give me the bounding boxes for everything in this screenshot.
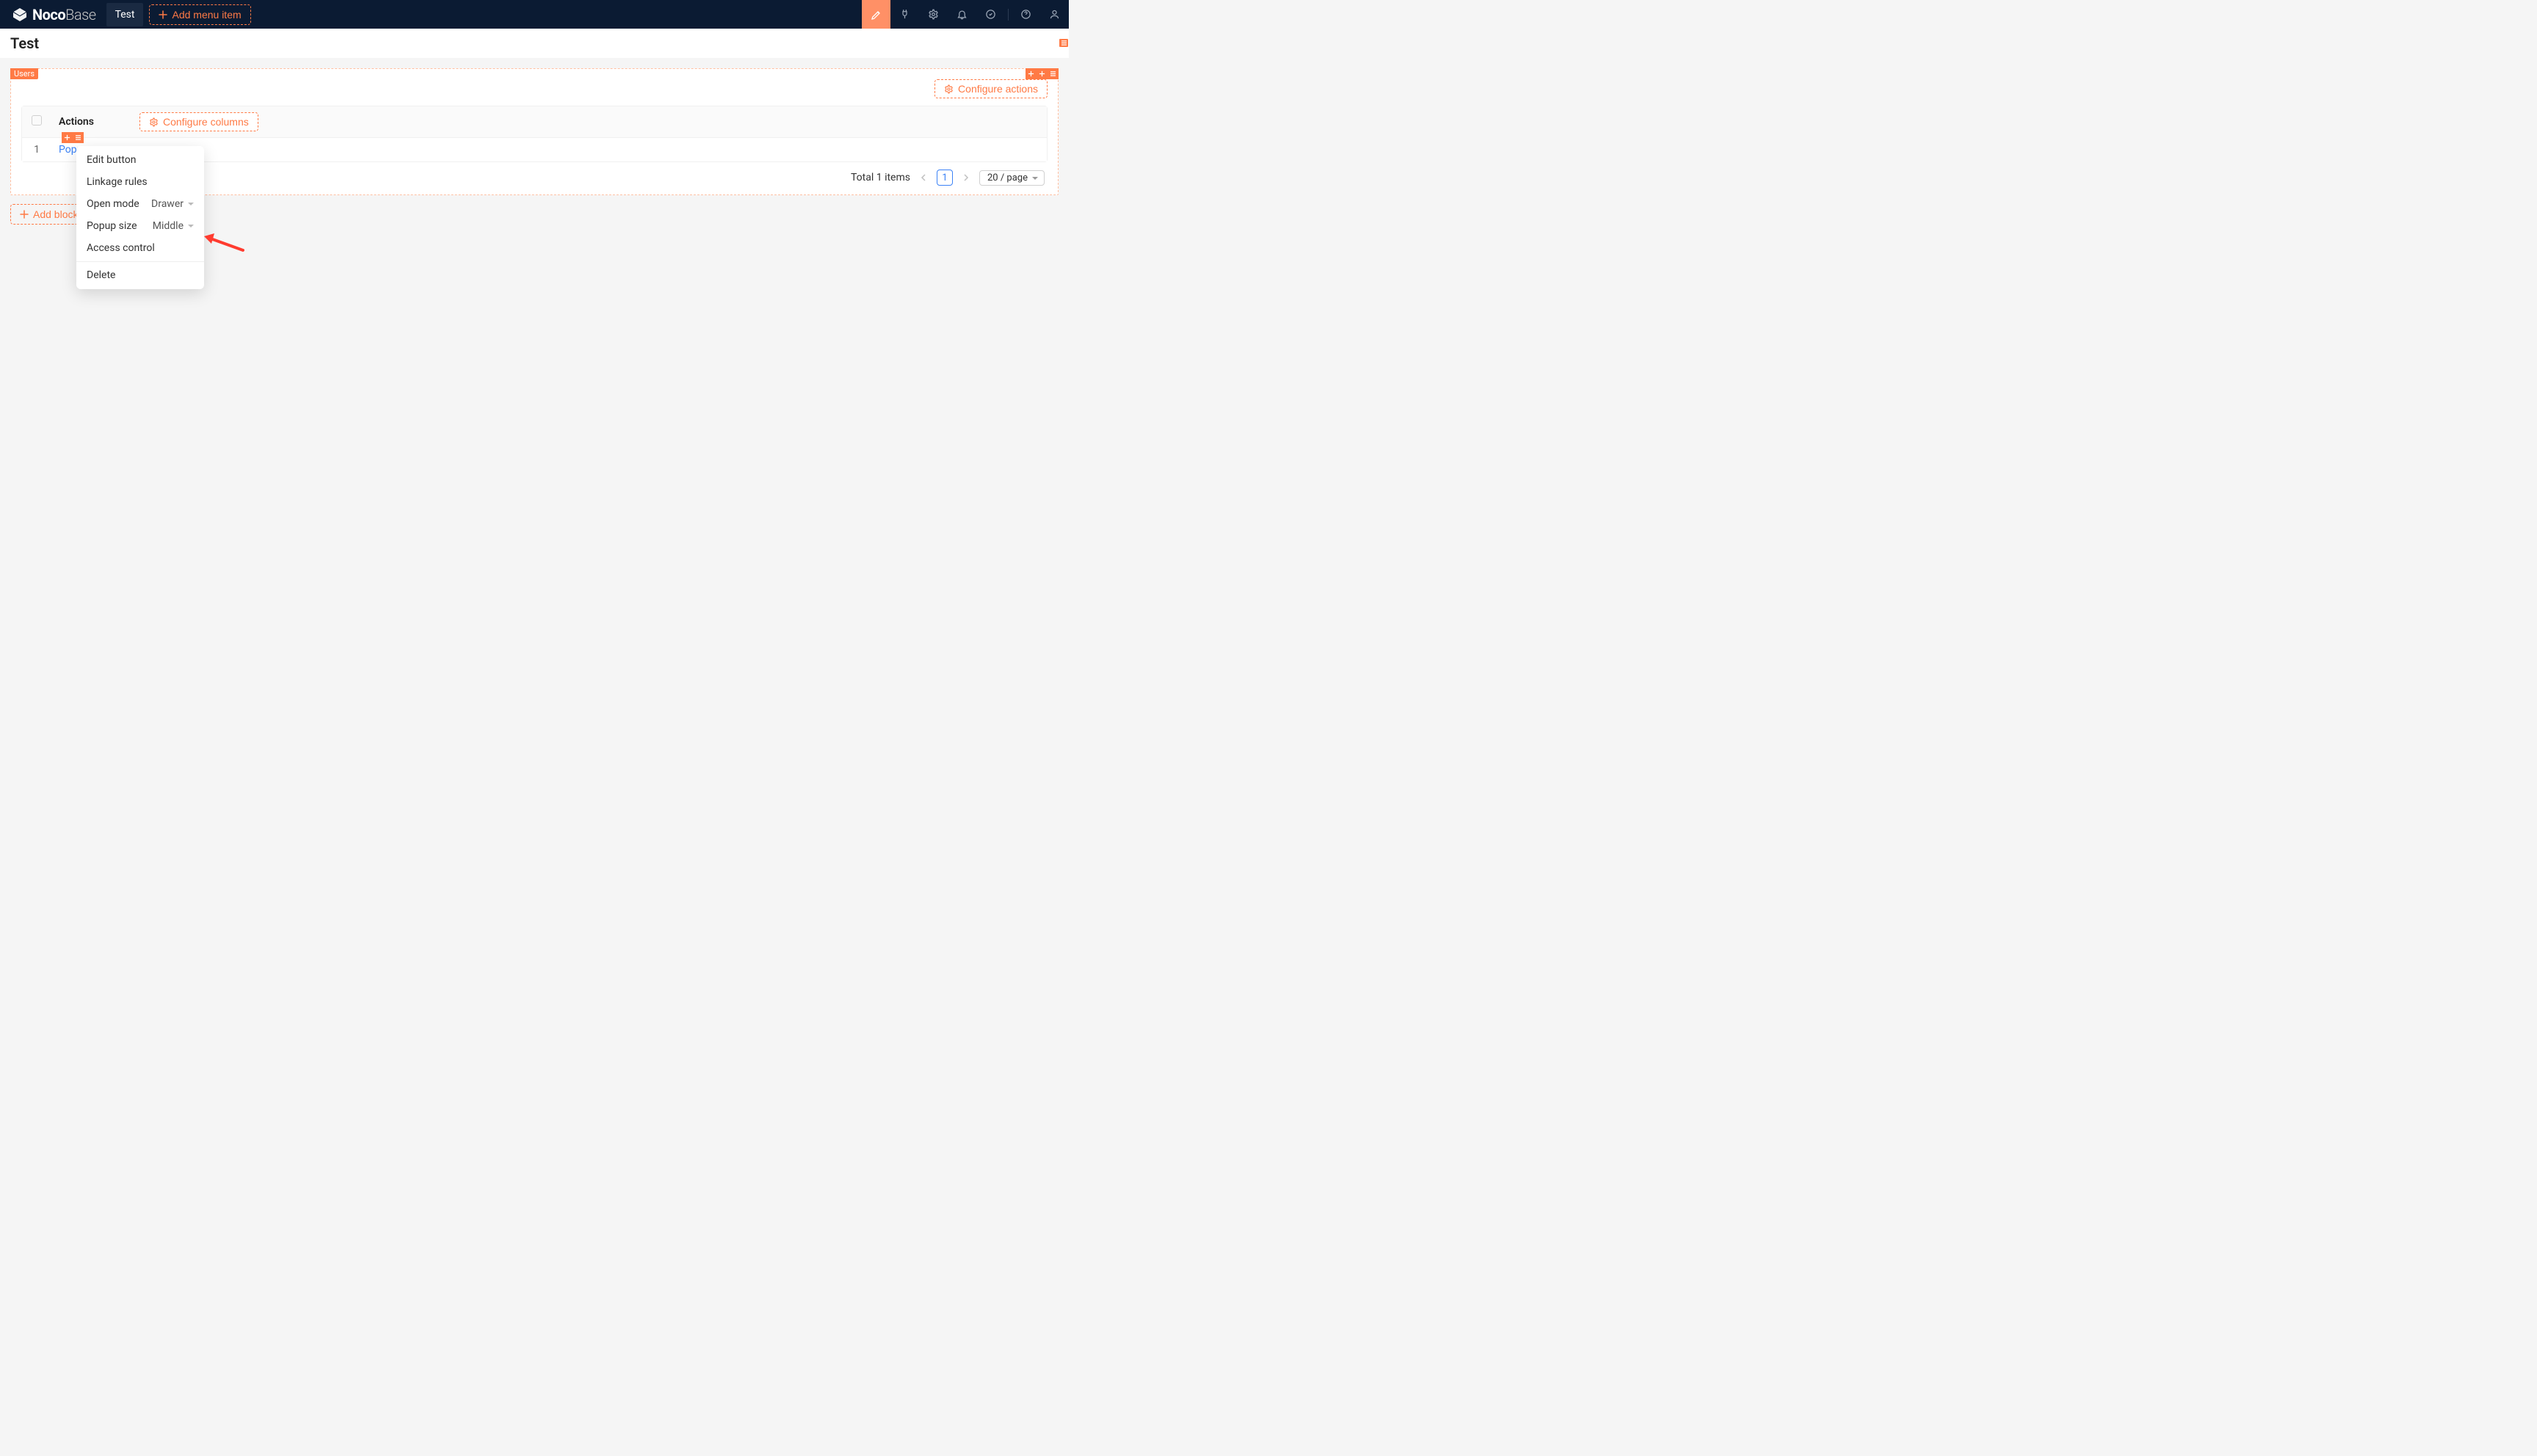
- settings-icon[interactable]: [919, 0, 948, 29]
- design-mode-icon[interactable]: [862, 0, 890, 29]
- block-drag-handle[interactable]: [1026, 68, 1037, 79]
- header-divider: [1008, 9, 1009, 21]
- ctx-access-control-label: Access control: [87, 242, 155, 254]
- add-menu-item-button[interactable]: Add menu item: [149, 4, 250, 25]
- page-title-bar: Test: [0, 29, 1069, 58]
- ctx-open-mode-value: Drawer: [151, 198, 184, 210]
- notifications-icon[interactable]: [948, 0, 976, 29]
- ctx-edit-button[interactable]: Edit button: [76, 149, 204, 171]
- cell-drag-handle[interactable]: [62, 132, 73, 143]
- block-handles: [1026, 68, 1059, 79]
- add-block-label: Add block: [33, 208, 78, 220]
- gear-icon: [149, 117, 159, 127]
- ctx-edit-button-label: Edit button: [87, 154, 137, 166]
- plus-icon: [20, 210, 29, 219]
- configure-columns-button[interactable]: Configure columns: [139, 112, 258, 131]
- ctx-open-mode-value-wrap: Drawer: [151, 198, 194, 210]
- configure-actions-button[interactable]: Configure actions: [934, 79, 1048, 98]
- tasks-icon[interactable]: [976, 0, 1005, 29]
- page-settings-handle[interactable]: [1059, 39, 1068, 47]
- action-context-menu: Edit button Linkage rules Open mode Draw…: [76, 146, 204, 289]
- ctx-popup-size-value-wrap: Middle: [153, 220, 194, 232]
- configure-columns-label: Configure columns: [163, 116, 249, 128]
- ctx-open-mode[interactable]: Open mode Drawer: [76, 193, 204, 215]
- block-add-handle[interactable]: [1037, 68, 1048, 79]
- ctx-delete[interactable]: Delete: [76, 264, 204, 286]
- app-logo: NocoBase: [12, 6, 96, 23]
- app-header: NocoBase Test Add menu item: [0, 0, 1069, 29]
- ctx-delete-label: Delete: [87, 269, 115, 281]
- ctx-popup-size[interactable]: Popup size Middle: [76, 215, 204, 237]
- gear-icon: [944, 84, 954, 94]
- row-empty-cell: [132, 138, 1047, 161]
- pagination-page-1[interactable]: 1: [937, 170, 953, 186]
- col-configure: Configure columns: [132, 106, 1047, 138]
- logo-mark-icon: [12, 8, 28, 21]
- ctx-popup-size-value: Middle: [153, 220, 184, 232]
- pagination-pagesize-select[interactable]: 20 / page: [979, 170, 1045, 186]
- header-right: [862, 0, 1069, 29]
- ctx-linkage-rules[interactable]: Linkage rules: [76, 171, 204, 193]
- pagination-next[interactable]: [960, 174, 972, 181]
- block-menu-handle[interactable]: [1048, 68, 1059, 79]
- pagination-total: Total 1 items: [851, 172, 910, 183]
- block-tag: Users: [10, 68, 38, 79]
- plus-icon: [159, 10, 167, 19]
- col-checkbox: [22, 106, 51, 138]
- help-icon[interactable]: [1012, 0, 1040, 29]
- page-title: Test: [10, 34, 39, 52]
- configure-actions-label: Configure actions: [958, 83, 1038, 95]
- add-menu-item-label: Add menu item: [172, 9, 241, 21]
- chevron-down-icon: [188, 225, 194, 230]
- select-all-checkbox[interactable]: [32, 115, 42, 125]
- user-icon[interactable]: [1040, 0, 1069, 29]
- ctx-open-mode-label: Open mode: [87, 198, 139, 210]
- ctx-popup-size-label: Popup size: [87, 220, 137, 232]
- annotation-arrow-icon: [203, 232, 247, 254]
- ctx-divider: [76, 261, 204, 262]
- cell-handles: [62, 132, 84, 143]
- nav-tab-test[interactable]: Test: [106, 3, 144, 26]
- chevron-down-icon: [188, 203, 194, 208]
- logo-text: NocoBase: [32, 6, 96, 23]
- cell-menu-handle[interactable]: [73, 132, 84, 143]
- ctx-access-control[interactable]: Access control: [76, 237, 204, 259]
- pagination-prev[interactable]: [918, 174, 929, 181]
- plugin-icon[interactable]: [890, 0, 919, 29]
- ctx-linkage-rules-label: Linkage rules: [87, 176, 148, 188]
- row-index: 1: [22, 138, 51, 161]
